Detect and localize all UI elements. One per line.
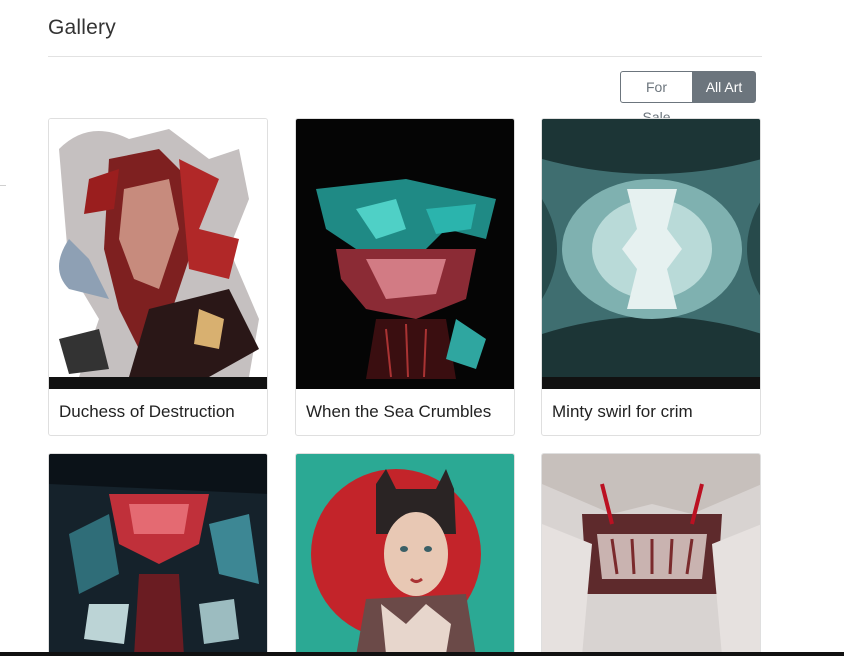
page-title: Gallery (48, 16, 116, 39)
artwork-image[interactable] (49, 119, 268, 389)
artwork-card[interactable]: Minty swirl for crim (541, 118, 761, 436)
artwork-image[interactable] (49, 454, 268, 656)
left-edge-mark (0, 185, 6, 186)
artwork-card[interactable] (48, 453, 268, 656)
all-art-button[interactable]: All Art (692, 71, 756, 103)
artwork-image[interactable] (296, 454, 515, 656)
artwork-title[interactable]: Minty swirl for crim (542, 389, 760, 435)
filter-toggle-group: For Sale All Art (620, 71, 756, 125)
divider (48, 56, 762, 57)
artwork-image[interactable] (296, 119, 515, 389)
artwork-card[interactable] (541, 453, 761, 656)
artwork-card[interactable] (295, 453, 515, 656)
bottom-edge-bar (0, 652, 844, 656)
artwork-image[interactable] (542, 454, 761, 656)
gallery-page: Gallery For Sale All Art Duchess of Dest… (0, 0, 844, 656)
artwork-card[interactable]: Duchess of Destruction (48, 118, 268, 436)
for-sale-button[interactable]: For Sale (620, 71, 693, 125)
artwork-image[interactable] (542, 119, 761, 389)
artwork-title[interactable]: When the Sea Crumbles (296, 389, 514, 435)
artwork-card[interactable]: When the Sea Crumbles (295, 118, 515, 436)
artwork-title[interactable]: Duchess of Destruction (49, 389, 267, 435)
